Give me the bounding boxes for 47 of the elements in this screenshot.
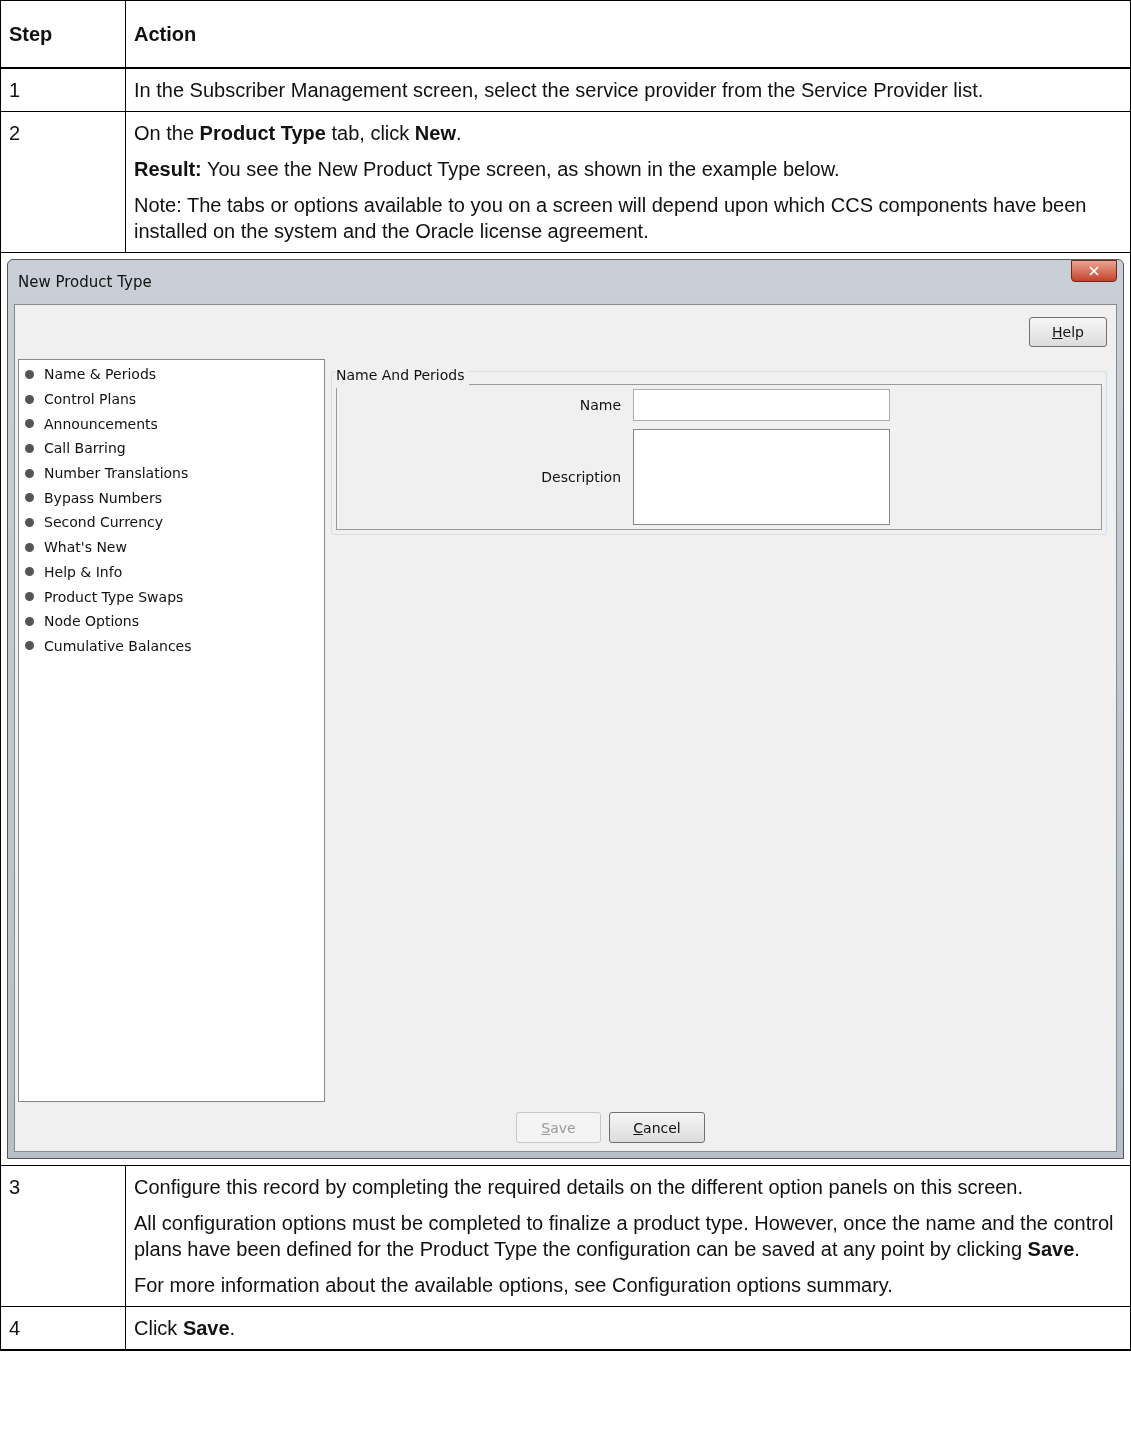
option-item[interactable]: Second Currency (44, 509, 164, 536)
step-text: Note: The tabs or options available to you on a screen will depend upon which CCS components have been installed on the system and the Oracle license agreement. (134, 193, 1088, 244)
step-text: On the Product Type tab, click New. (134, 121, 463, 146)
column-header: Action (133, 22, 198, 47)
option-item[interactable]: Node Options (44, 608, 139, 635)
step-text: All configuration options must be completed to finalize a product type. However, once the name and the control plans have been defined for the Product Type the configuration can be saved at any point by clicking Save. (134, 1211, 1115, 1262)
bullet-icon (25, 616, 34, 626)
bullet-icon (25, 419, 34, 429)
option-item[interactable]: Number Translations (44, 460, 189, 487)
bullet-icon (25, 443, 34, 453)
step-text: For more information about the available options, see Configuration options summary. (134, 1273, 894, 1298)
step-text: Result: You see the New Product Type screen, as shown in the example below. (134, 157, 841, 182)
window-title: New Product Type (18, 272, 152, 293)
bullet-icon (25, 468, 34, 478)
step-number: 2 (9, 122, 21, 144)
close-icon (1087, 264, 1101, 278)
option-item[interactable]: Call Barring (44, 435, 126, 462)
bullet-icon (25, 394, 34, 404)
option-item[interactable]: Product Type Swaps (44, 583, 184, 610)
step-text: In the Subscriber Management screen, select the service provider from the Service Provider list. (134, 78, 985, 103)
dialog-button[interactable]: Cancel (609, 1112, 705, 1143)
option-item[interactable]: What's New (44, 534, 127, 561)
option-item[interactable]: Announcements (44, 410, 158, 437)
step-number: 4 (9, 1317, 21, 1339)
step-number: 1 (9, 79, 21, 101)
close-button[interactable] (1071, 260, 1117, 282)
step-number: 3 (9, 1176, 21, 1198)
bullet-icon (25, 641, 34, 651)
option-item[interactable]: Control Plans (44, 386, 137, 413)
bullet-icon (25, 592, 34, 602)
description-field[interactable] (633, 429, 890, 525)
option-item[interactable]: Cumulative Balances (44, 632, 192, 659)
option-item[interactable]: Bypass Numbers (44, 484, 162, 511)
option-item[interactable]: Name & Periods (44, 361, 157, 388)
field-label: Description (540, 468, 621, 487)
step-text: Configure this record by completing the required details on the different option panels on this screen. (134, 1175, 1025, 1200)
bullet-icon (25, 517, 34, 527)
option-item[interactable]: Help & Info (44, 558, 123, 585)
column-header: Step (1, 1, 126, 67)
step-text: Click Save. (134, 1316, 237, 1341)
bullet-icon (25, 493, 34, 503)
name-field[interactable] (633, 389, 890, 421)
bullet-icon (25, 567, 34, 577)
bullet-icon (25, 369, 34, 379)
help-button[interactable]: Help (1029, 317, 1107, 347)
field-label: Name (578, 396, 621, 415)
bullet-icon (25, 542, 34, 552)
